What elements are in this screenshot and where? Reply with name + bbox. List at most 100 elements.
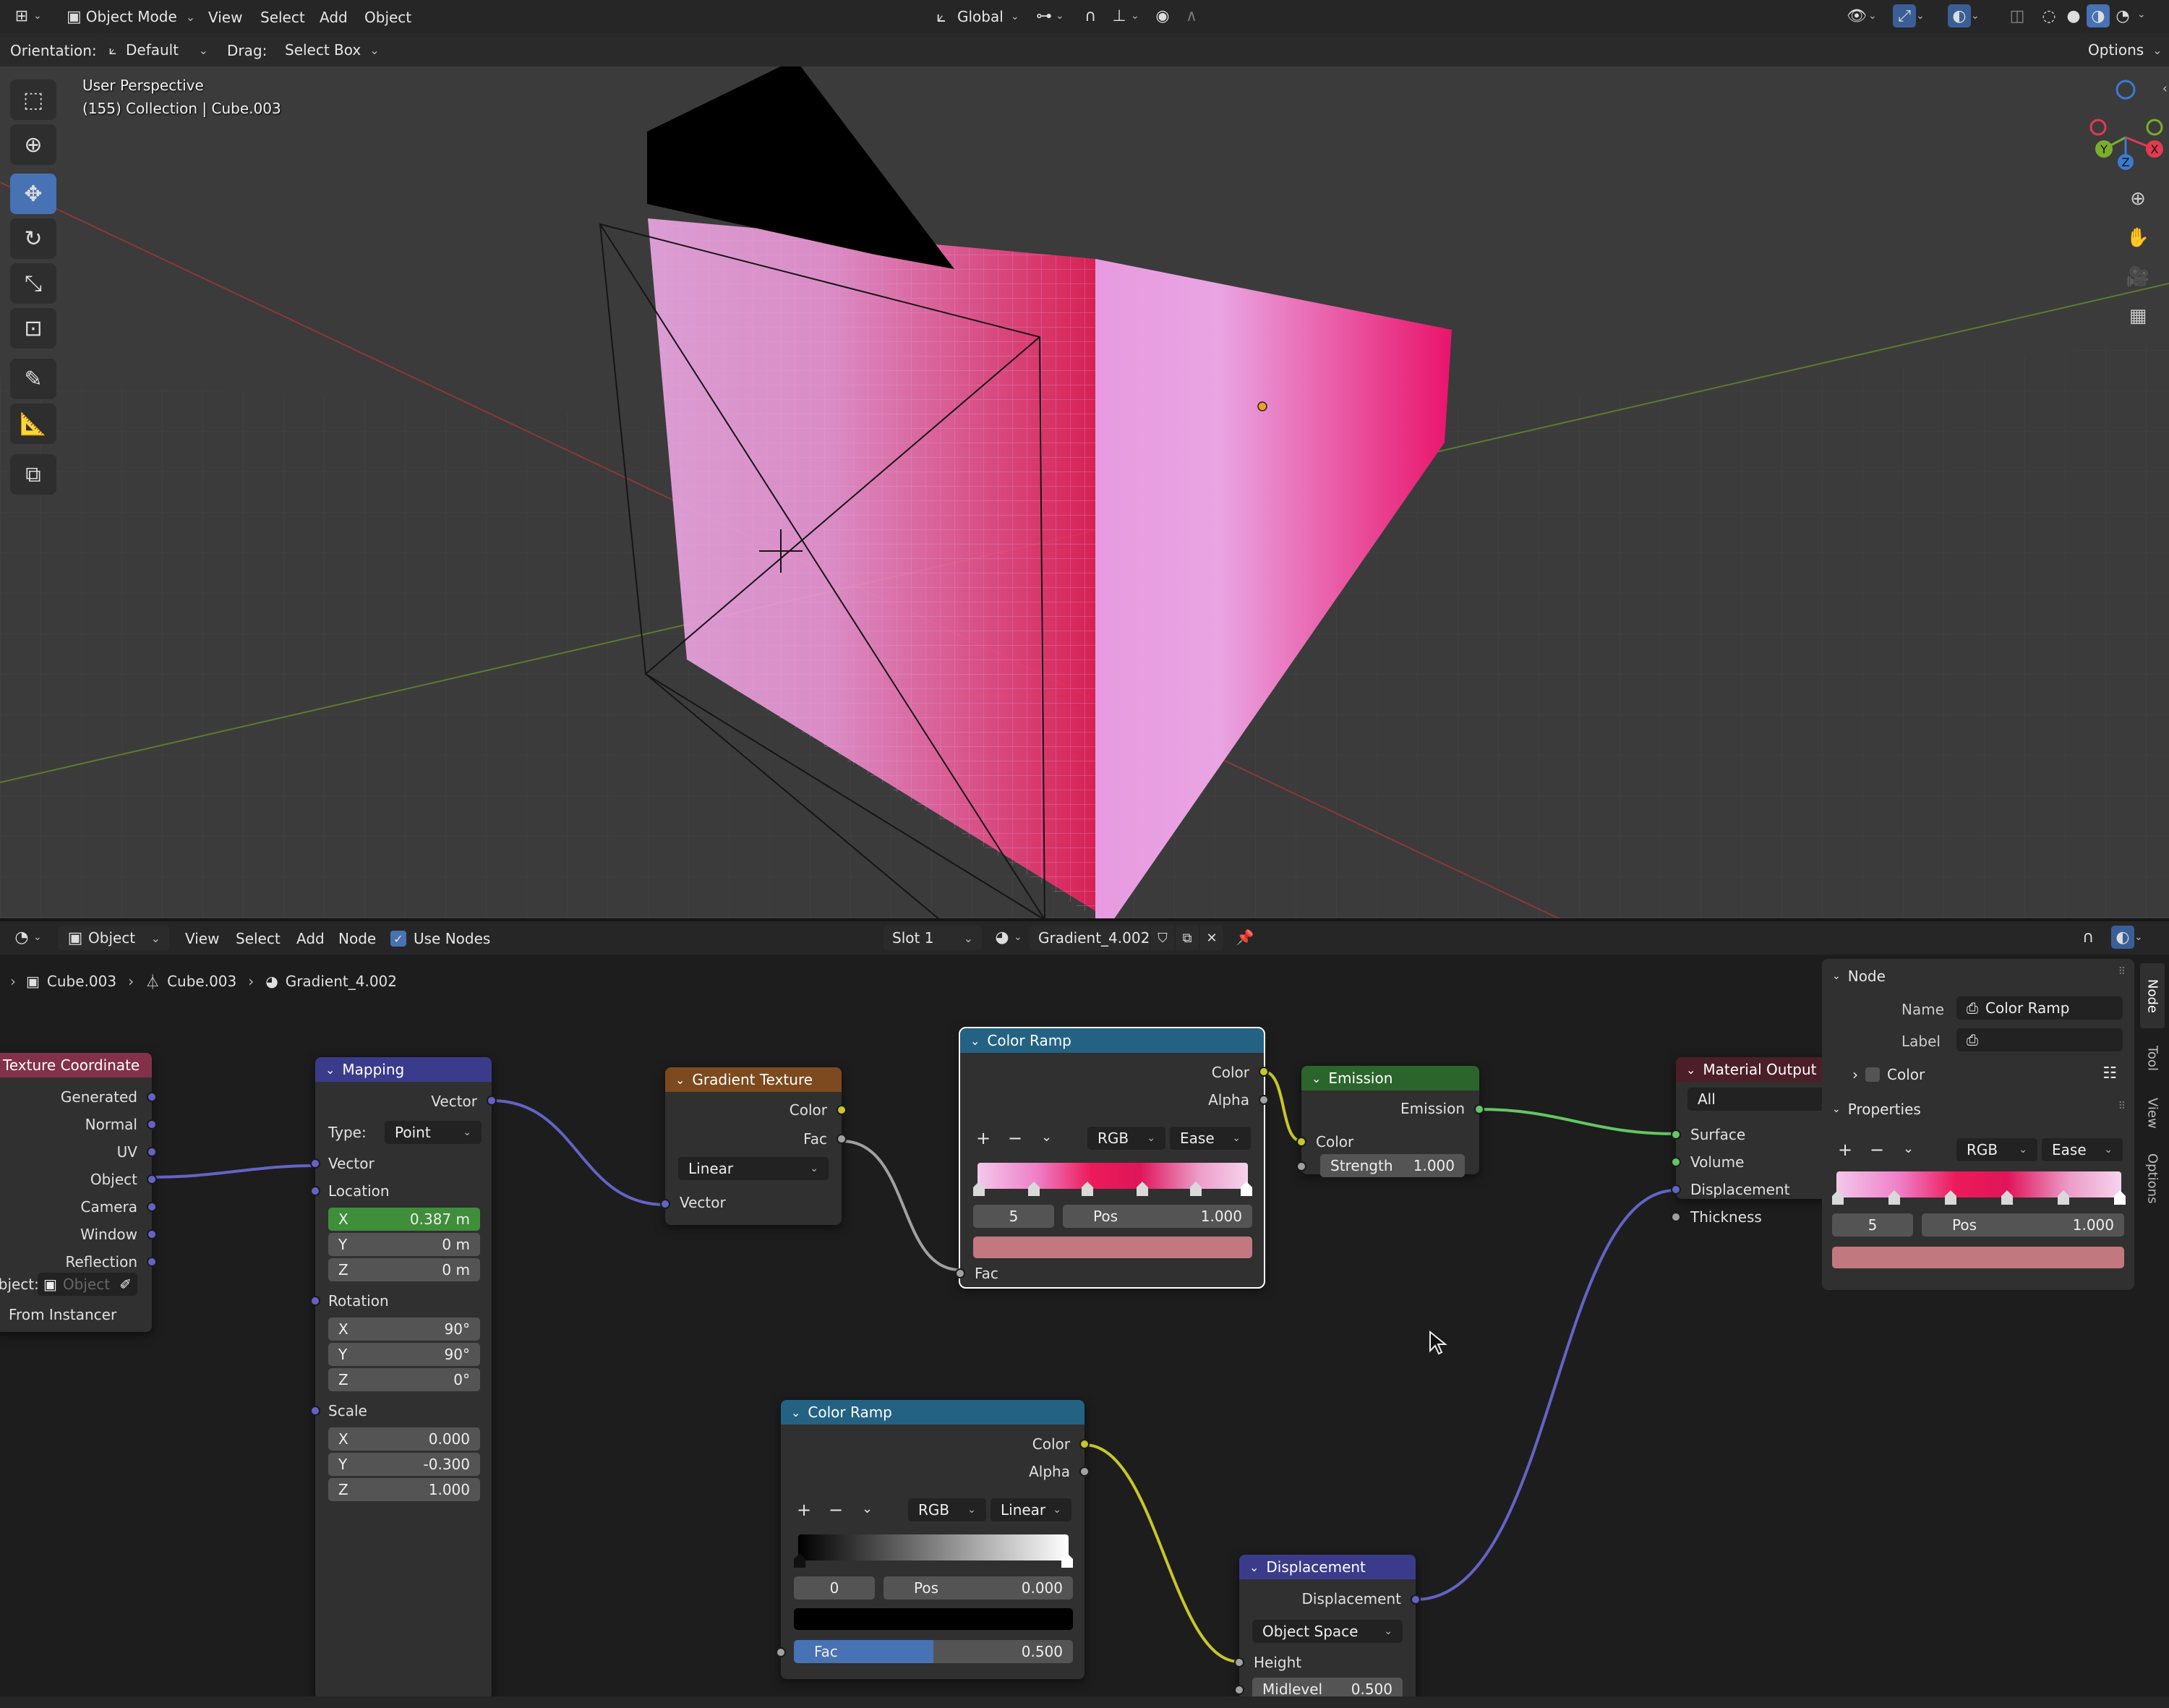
ramp2-mode-dropdown[interactable]: RGB ⌄ <box>908 1498 986 1521</box>
ramp-menu-chevron-icon[interactable]: ⌄ <box>862 1501 873 1516</box>
menu-select[interactable]: Select <box>260 9 305 26</box>
emission-output-socket[interactable] <box>1474 1104 1484 1114</box>
scale-socket[interactable] <box>310 1406 320 1416</box>
drag-dropdown[interactable]: Select Box ⌄ <box>276 38 380 62</box>
menu-view[interactable]: View <box>208 9 242 26</box>
from-instancer-toggle[interactable]: From Instancer <box>9 1306 116 1323</box>
measure-tool[interactable]: 📐 <box>10 403 56 444</box>
socket-object[interactable] <box>147 1174 157 1184</box>
rotation-x-field[interactable]: X 90° <box>328 1318 480 1341</box>
socket-generated[interactable] <box>147 1092 157 1102</box>
texture-coordinate-header[interactable]: Texture Coordinate <box>0 1053 152 1077</box>
snap-target-dropdown[interactable]: ⊥ ⌄ <box>1108 4 1139 27</box>
output-volume-socket[interactable] <box>1671 1157 1681 1167</box>
gradient-texture-node[interactable]: ⌄ Gradient Texture Color Fac Linear ⌄ Vect… <box>660 1067 847 1225</box>
sidebar-ramp-mode-dropdown[interactable]: RGB ⌄ <box>1956 1138 2037 1161</box>
rotation-y-field[interactable]: Y 90° <box>328 1343 480 1366</box>
material-output-header[interactable]: ⌄ Material Output <box>1676 1057 1828 1082</box>
zoom-button[interactable]: ⊕ <box>2120 181 2156 217</box>
shading-options[interactable]: ⌄ <box>2137 9 2146 20</box>
cursor-tool[interactable]: ⊕ <box>10 124 56 165</box>
rotation-socket[interactable] <box>310 1296 320 1306</box>
location-x-field[interactable]: X 0.387 m <box>328 1208 480 1231</box>
ramp-color-swatch[interactable] <box>973 1237 1252 1258</box>
overlay-toggle[interactable]: ◐ ⌄ <box>1948 4 1980 27</box>
perspective-toggle[interactable]: ▦ <box>2120 298 2156 334</box>
gradient-vector-socket[interactable] <box>660 1199 670 1209</box>
location-y-field[interactable]: Y0 m <box>328 1233 480 1256</box>
emission-strength-socket[interactable] <box>1296 1161 1306 1171</box>
location-socket[interactable] <box>310 1186 320 1196</box>
output-thickness-socket[interactable] <box>1671 1212 1681 1222</box>
shading-material[interactable]: ◑ <box>2087 4 2110 27</box>
object-origin[interactable] <box>1257 401 1267 411</box>
tab-tool[interactable]: Tool <box>2140 1031 2165 1085</box>
displacement-node[interactable]: ⌄ Displacement Displacement Object Space ⌄… <box>1234 1555 1421 1708</box>
tab-node[interactable]: Node <box>2140 963 2165 1028</box>
shading-rendered[interactable]: ◔ <box>2111 4 2134 27</box>
displacement-height-socket[interactable] <box>1234 1657 1244 1668</box>
material-output-node[interactable]: ⌄ Material Output All Surface Volume Disp… <box>1671 1057 1828 1226</box>
collapse-chevron-icon[interactable]: ⌄ <box>791 1406 800 1419</box>
texture-coordinate-node[interactable]: Texture Coordinate Generated Normal UV O… <box>0 1053 157 1332</box>
drag-handle-icon[interactable]: ⠿ <box>2118 1101 2126 1112</box>
output-displacement-socket[interactable] <box>1671 1184 1681 1195</box>
object-picker-field[interactable]: ▣ Object ✐ <box>38 1273 137 1296</box>
rotate-tool[interactable]: ↻ <box>10 218 56 259</box>
emission-node[interactable]: ⌄ Emission Emission Color Strength 1.000 <box>1296 1066 1484 1177</box>
add-stop-icon[interactable]: + <box>976 1128 991 1148</box>
node-name-field[interactable]: ⎙ Color Ramp <box>1956 996 2123 1020</box>
color-ramp-2-gradient[interactable] <box>798 1534 1069 1560</box>
socket-window[interactable] <box>147 1229 157 1239</box>
emission-header[interactable]: ⌄ Emission <box>1301 1066 1479 1090</box>
mapping-node[interactable]: ⌄ Mapping Vector Type: Point ⌄ Vector Loca… <box>310 1057 497 1699</box>
ramp-menu-chevron-icon[interactable]: ⌄ <box>1041 1130 1052 1145</box>
ramp2-color-socket[interactable] <box>1079 1439 1090 1449</box>
falloff-dropdown[interactable]: ∧ <box>1180 4 1203 27</box>
options-dropdown[interactable]: Options ⌄ <box>2079 38 2162 62</box>
add-stop-icon[interactable]: + <box>1838 1140 1852 1160</box>
socket-camera[interactable] <box>147 1202 157 1212</box>
gradient-texture-header[interactable]: ⌄ Gradient Texture <box>665 1067 842 1092</box>
move-tool[interactable]: ✥ <box>10 174 56 214</box>
collapse-chevron-icon[interactable]: ⌄ <box>1686 1063 1695 1077</box>
3d-viewport[interactable]: ⬚ ⊕ ✥ ↻ ⤡ ⊡ ✎ 📐 ⧉ User Perspective (155)… <box>0 67 2169 920</box>
scale-y-field[interactable]: Y -0.300 <box>328 1453 480 1476</box>
socket-normal[interactable] <box>147 1119 157 1130</box>
ramp-mode-dropdown[interactable]: RGB ⌄ <box>1087 1127 1165 1150</box>
mapping-type-dropdown[interactable]: Point ⌄ <box>385 1121 482 1144</box>
remove-stop-icon[interactable]: − <box>829 1500 843 1520</box>
socket-reflection[interactable] <box>147 1257 157 1267</box>
sidebar-expand-arrow[interactable]: ‹ <box>2162 81 2168 96</box>
color-subpanel-header[interactable]: › Color <box>1852 1066 1925 1083</box>
transform-tool[interactable]: ⊡ <box>10 308 56 349</box>
editor-type-button[interactable]: ⊞ ⌄ <box>10 4 42 27</box>
sidebar-ramp-pos-field[interactable]: Pos 1.000 <box>1922 1213 2124 1237</box>
sidebar-color-ramp-gradient[interactable] <box>1836 1171 2121 1197</box>
scale-x-field[interactable]: X 0.000 <box>328 1427 480 1451</box>
select-box-tool[interactable]: ⬚ <box>10 80 56 120</box>
ramp2-fac-slider[interactable]: Fac 0.500 <box>794 1640 1073 1663</box>
gizmo-toggle[interactable]: ⤢ ⌄ <box>1893 4 1925 27</box>
color-ramp-node[interactable]: ⌄ Color Ramp Color Alpha + − ⌄ RGB ⌄ Ease ⌄… <box>955 1027 1269 1289</box>
ramp-color-socket[interactable] <box>1259 1067 1269 1077</box>
rotation-z-field[interactable]: Z 0° <box>328 1368 480 1391</box>
ramp-index-field[interactable]: 5 <box>973 1205 1054 1228</box>
menu-object[interactable]: Object <box>364 9 411 26</box>
mapping-vector-output-socket[interactable] <box>487 1096 497 1106</box>
scale-z-field[interactable]: Z 1.000 <box>328 1478 480 1501</box>
visibility-dropdown[interactable]: 👁 ⌄ <box>1845 4 1877 27</box>
xray-toggle[interactable]: ◫ <box>2006 4 2029 27</box>
gradient-fac-socket[interactable] <box>837 1134 847 1144</box>
transform-orientation-dropdown[interactable]: ⟀ Global ⌄ <box>930 4 1019 29</box>
ramp2-alpha-socket[interactable] <box>1079 1466 1090 1477</box>
collapse-chevron-icon[interactable]: ⌄ <box>1249 1560 1259 1574</box>
shading-solid[interactable]: ● <box>2062 4 2085 27</box>
mode-dropdown[interactable]: ▣ Object Mode ⌄ <box>58 4 195 29</box>
ramp2-fac-socket[interactable] <box>776 1647 786 1657</box>
pivot-dropdown[interactable]: ⊶ ⌄ <box>1032 4 1064 27</box>
navigation-gizmo[interactable]: X Y Z <box>2082 77 2169 171</box>
list-icon[interactable]: ☷ <box>2102 1064 2117 1083</box>
displacement-header[interactable]: ⌄ Displacement <box>1239 1555 1416 1579</box>
remove-stop-icon[interactable]: − <box>1008 1128 1022 1148</box>
